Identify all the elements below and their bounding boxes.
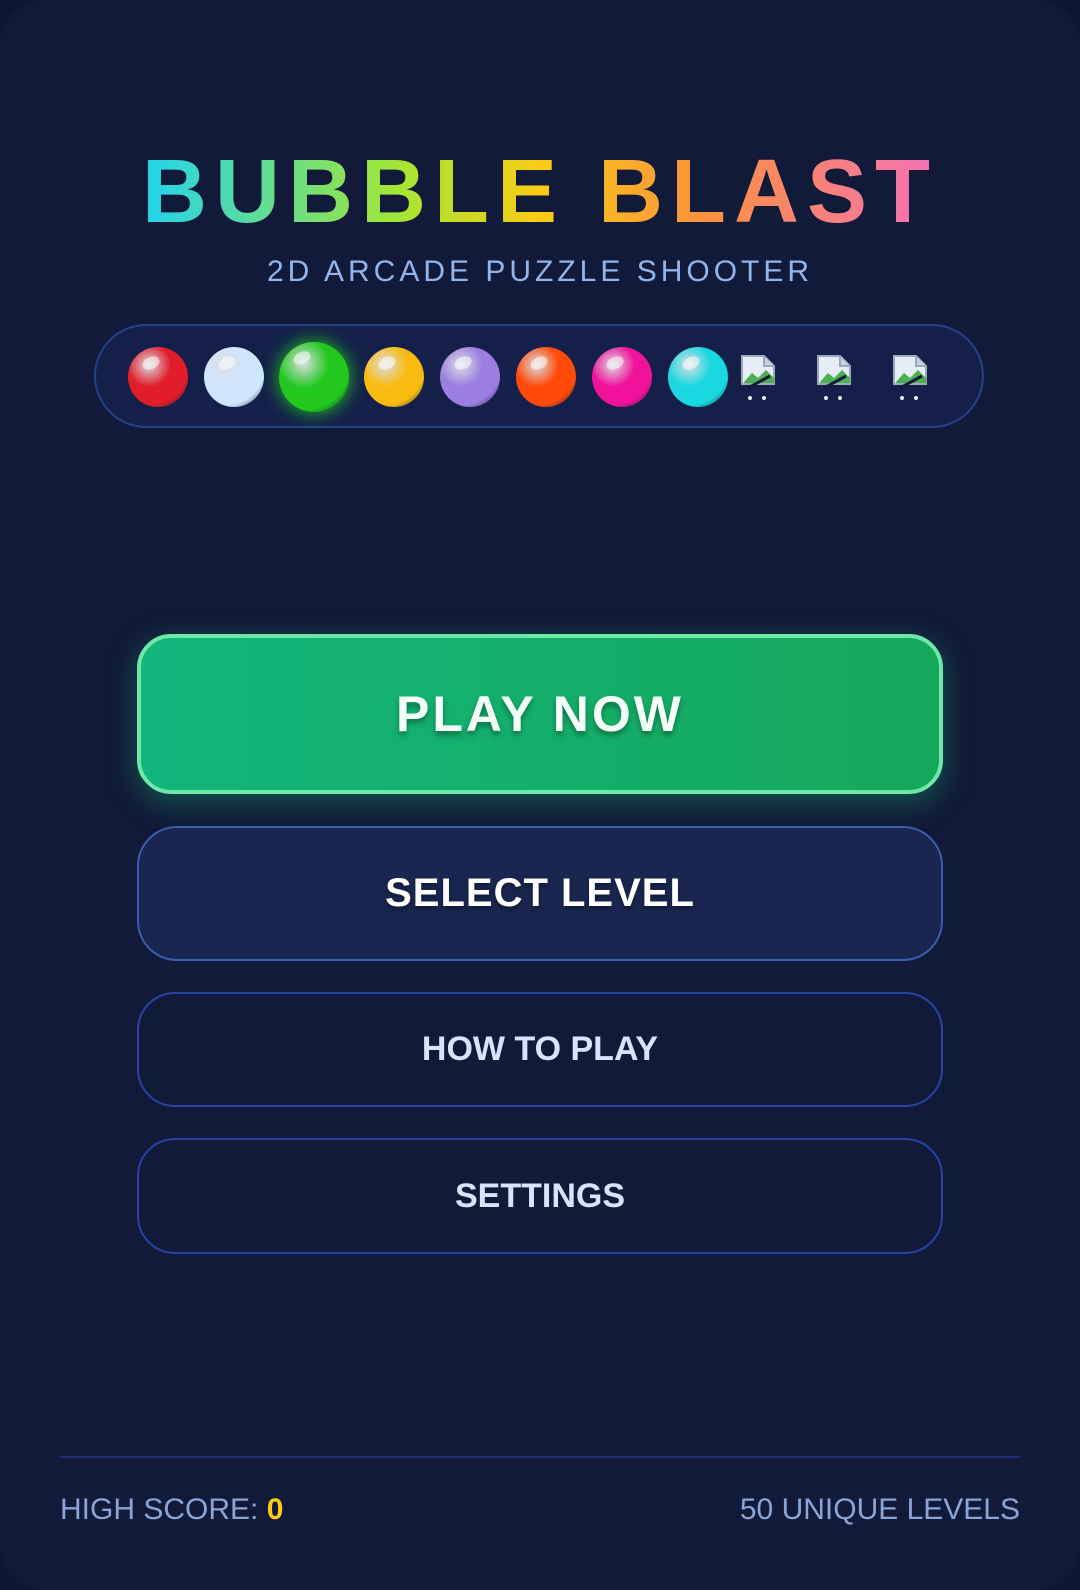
settings-button[interactable]: SETTINGS [137, 1138, 943, 1254]
high-score: HIGH SCORE: 0 [60, 1490, 283, 1530]
high-score-label: HIGH SCORE: [60, 1493, 259, 1526]
bubble-color-tray [94, 324, 984, 428]
yellow-bubble [364, 347, 424, 407]
how-to-play-button[interactable]: HOW TO PLAY [137, 992, 943, 1107]
select-level-label: SELECT LEVEL [385, 871, 695, 915]
light-blue-bubble [204, 347, 264, 407]
orange-bubble [516, 347, 576, 407]
broken-image-icon [814, 348, 858, 404]
game-title-text: BUBBLE BLAST [142, 142, 938, 242]
game-subtitle: 2D ARCADE PUZZLE SHOOTER [266, 255, 814, 288]
pink-bubble [592, 347, 652, 407]
red-bubble [128, 347, 188, 407]
broken-image-icon [890, 348, 934, 404]
select-level-button[interactable]: SELECT LEVEL [137, 826, 943, 961]
broken-image-icon [738, 348, 782, 404]
high-score-value: 0 [266, 1493, 284, 1526]
how-to-play-label: HOW TO PLAY [421, 1030, 659, 1068]
game-title: BUBBLE BLAST [0, 142, 1080, 242]
play-now-label: PLAY NOW [396, 686, 684, 742]
cyan-bubble [668, 347, 728, 407]
footer-divider [60, 1456, 1020, 1458]
purple-bubble [440, 347, 500, 407]
play-now-button[interactable]: PLAY NOW [137, 634, 943, 794]
settings-label: SETTINGS [454, 1176, 626, 1215]
levels-count: 50 UNIQUE LEVELS [739, 1493, 1020, 1526]
main-menu-screen: BUBBLE BLAST 2D ARCADE PUZZLE SHOOTER PL… [0, 0, 1080, 1590]
green-bubble [279, 342, 349, 412]
